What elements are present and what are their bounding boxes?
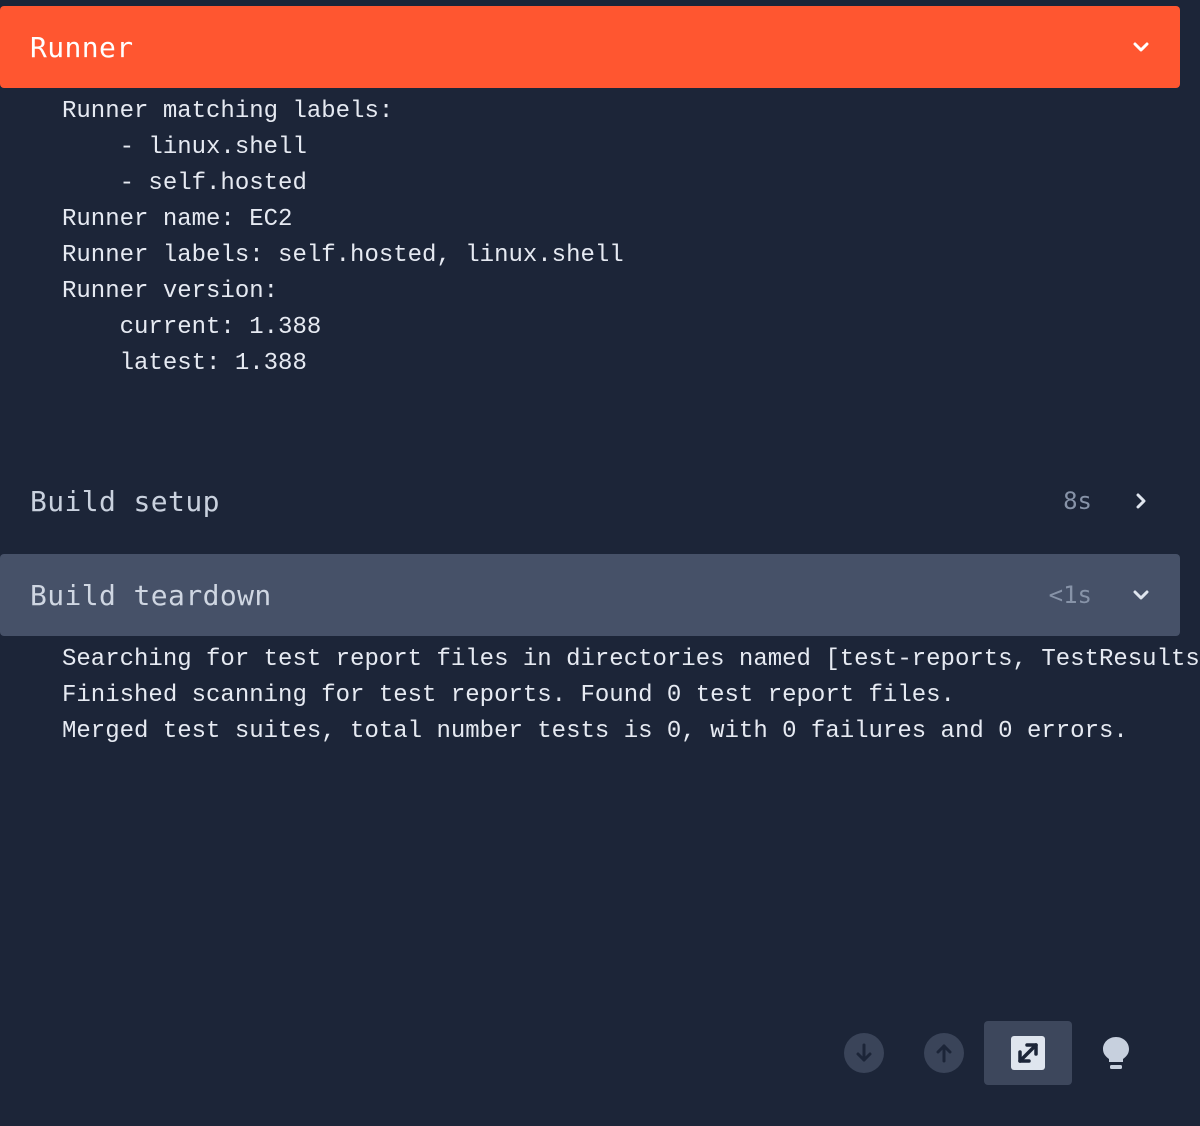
step-duration: <1s [1048,581,1092,609]
log-line: Runner name: EC2 [62,206,293,233]
arrow-up-icon [936,1044,952,1063]
step-header-build-setup[interactable]: Build setup 8s [0,460,1180,542]
teardown-log-output: Searching for test report files in direc… [62,642,1200,750]
scroll-to-top-button[interactable] [924,1033,964,1073]
log-line: - self.hosted [62,170,307,197]
log-line: Finished scanning for test reports. Foun… [62,682,955,709]
log-line: latest: 1.388 [62,350,307,377]
hint-button[interactable] [1096,1033,1136,1073]
step-header-build-teardown[interactable]: Build teardown <1s [0,554,1180,636]
fullscreen-button[interactable] [984,1021,1072,1085]
log-line: Runner matching labels: [62,98,394,125]
log-line: Merged test suites, total number tests i… [62,718,1128,745]
step-duration: 8s [1063,487,1092,515]
pipeline-log-viewer: Runner Runner matching labels: - linux.s… [0,0,1200,1126]
chevron-down-icon [1133,42,1149,52]
expand-icon [1011,1036,1045,1070]
lightbulb-icon [1103,1037,1129,1069]
log-line: Runner labels: self.hosted, linux.shell [62,242,624,269]
log-line: Runner version: [62,278,279,305]
log-line: current: 1.388 [62,314,322,341]
log-line: - linux.shell [62,134,307,161]
runner-log-output: Runner matching labels: - linux.shell - … [62,94,624,382]
chevron-down-icon [1133,590,1149,600]
chevron-right-icon [1136,493,1146,509]
step-title: Runner [30,30,134,64]
log-line: Searching for test report files in direc… [62,646,1200,673]
step-title: Build setup [30,484,220,518]
step-title: Build teardown [30,578,272,612]
arrow-down-icon [856,1043,872,1062]
scroll-to-bottom-button[interactable] [844,1033,884,1073]
step-header-runner[interactable]: Runner [0,6,1180,88]
